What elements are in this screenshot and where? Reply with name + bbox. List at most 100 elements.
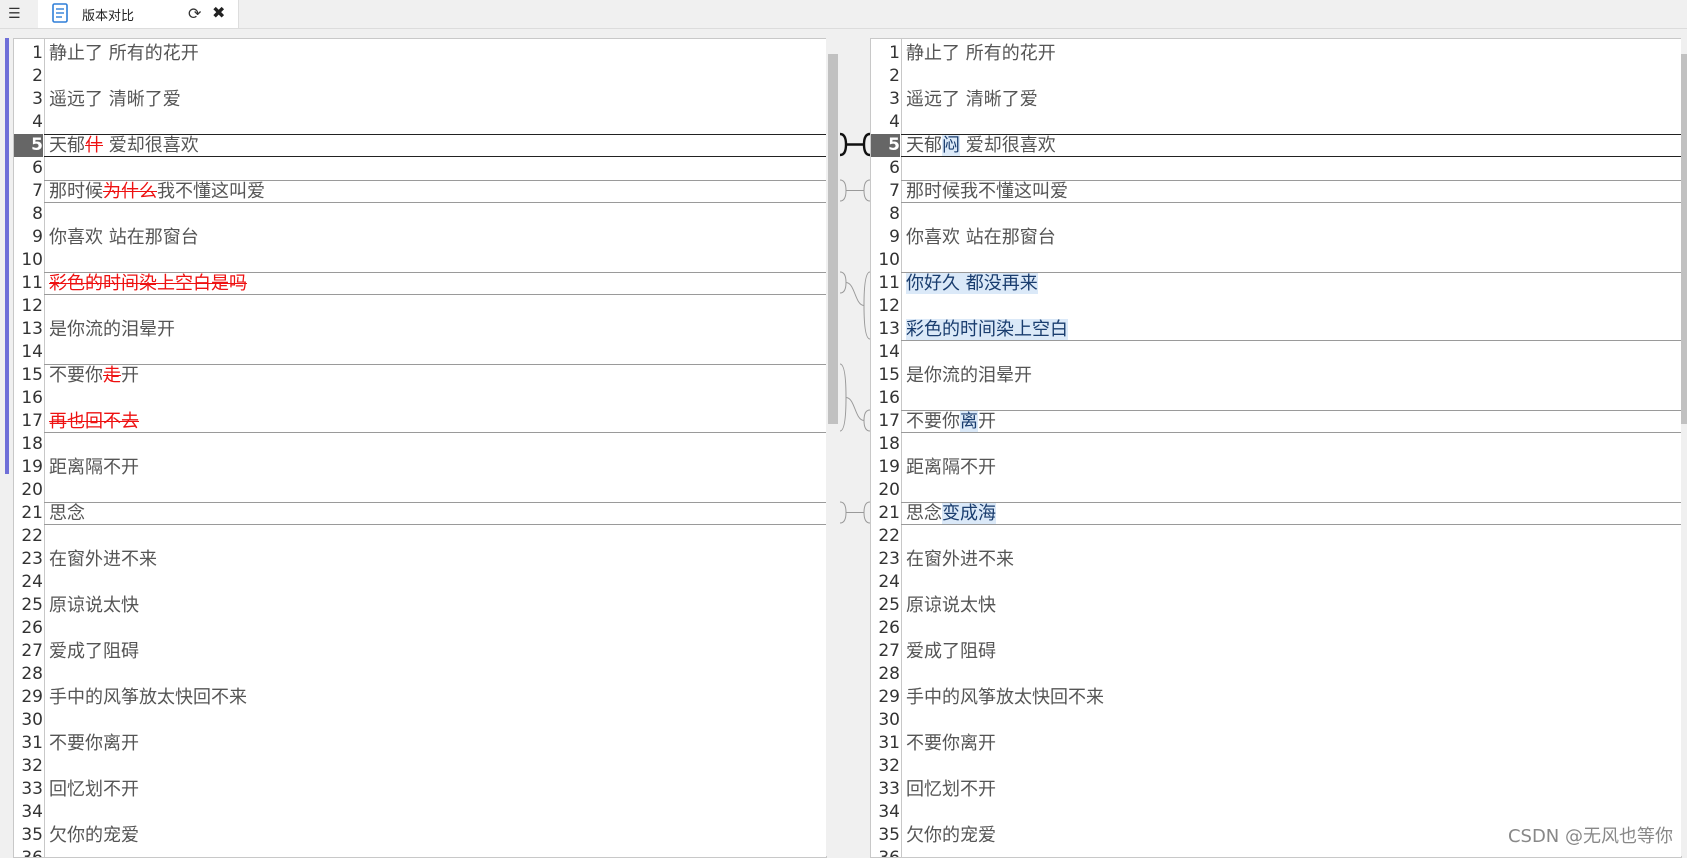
code-line[interactable]: 34 <box>14 801 826 824</box>
line-text: 静止了 所有的花开 <box>49 42 199 65</box>
code-line[interactable]: 4 <box>14 111 826 134</box>
line-number: 12 <box>878 296 900 316</box>
code-line[interactable]: 21 思念变成海 <box>871 502 1681 525</box>
code-line[interactable]: 20 <box>14 479 826 502</box>
code-line[interactable]: 31 不要你离开 <box>871 732 1681 755</box>
code-line[interactable]: 18 <box>871 433 1681 456</box>
code-line[interactable]: 33 回忆划不开 <box>14 778 826 801</box>
line-text: 不要你走开 <box>49 364 139 387</box>
unchanged-text: 欠你的宠爱 <box>906 825 996 846</box>
left-scroll-thumb[interactable] <box>828 54 838 424</box>
code-line[interactable]: 10 <box>871 249 1681 272</box>
code-line[interactable]: 31 不要你离开 <box>14 732 826 755</box>
code-line[interactable]: 7 那时候我不懂这叫爱 <box>871 180 1681 203</box>
code-line[interactable]: 17 不要你离开 <box>871 410 1681 433</box>
code-line[interactable]: 28 <box>14 663 826 686</box>
code-line[interactable]: 32 <box>871 755 1681 778</box>
code-line[interactable]: 15 不要你走开 <box>14 364 826 387</box>
right-vertical-scrollbar[interactable] <box>1681 38 1687 856</box>
code-line[interactable]: 13 彩色的时间染上空白 <box>871 318 1681 341</box>
line-number: 4 <box>889 112 900 132</box>
left-editor-pane[interactable]: 1 静止了 所有的花开 2 3 遥远了 清晰了爱 4 5 天郁什 爱却很喜欢 6 7 那时候为什么我… <box>13 38 827 858</box>
code-line[interactable]: 23 在窗外进不来 <box>871 548 1681 571</box>
code-line[interactable]: 10 <box>14 249 826 272</box>
code-line[interactable]: 23 在窗外进不来 <box>14 548 826 571</box>
code-line[interactable]: 1 静止了 所有的花开 <box>14 42 826 65</box>
code-line[interactable]: 29 手中的风筝放太快回不来 <box>14 686 826 709</box>
line-number: 8 <box>32 204 43 224</box>
code-line[interactable]: 34 <box>871 801 1681 824</box>
code-line[interactable]: 30 <box>14 709 826 732</box>
code-line[interactable]: 14 <box>871 341 1681 364</box>
code-line[interactable]: 27 爱成了阻碍 <box>871 640 1681 663</box>
line-text: 距离隔不开 <box>49 456 139 479</box>
code-line[interactable]: 29 手中的风筝放太快回不来 <box>871 686 1681 709</box>
code-line[interactable]: 8 <box>14 203 826 226</box>
unchanged-text: 思念 <box>49 503 85 524</box>
line-number: 1 <box>889 43 900 63</box>
line-number: 29 <box>878 687 900 707</box>
code-line[interactable]: 9 你喜欢 站在那窗台 <box>14 226 826 249</box>
code-line[interactable]: 25 原谅说太快 <box>871 594 1681 617</box>
list-menu-icon[interactable]: ☰ <box>8 6 24 22</box>
code-line[interactable]: 2 <box>871 65 1681 88</box>
code-line[interactable]: 18 <box>14 433 826 456</box>
diff-connector-bracket <box>840 271 870 340</box>
code-line[interactable]: 3 遥远了 清晰了爱 <box>871 88 1681 111</box>
code-line[interactable]: 22 <box>871 525 1681 548</box>
code-line[interactable]: 12 <box>14 295 826 318</box>
tab-version-compare[interactable]: 版本对比 ⟳ ✖ <box>38 0 239 28</box>
code-line[interactable]: 3 遥远了 清晰了爱 <box>14 88 826 111</box>
line-number: 11 <box>878 273 900 293</box>
code-line[interactable]: 22 <box>14 525 826 548</box>
code-line[interactable]: 7 那时候为什么我不懂这叫爱 <box>14 180 826 203</box>
code-line[interactable]: 6 <box>871 157 1681 180</box>
line-number: 32 <box>878 756 900 776</box>
code-line[interactable]: 11 你好久 都没再来 <box>871 272 1681 295</box>
code-line[interactable]: 9 你喜欢 站在那窗台 <box>871 226 1681 249</box>
code-line[interactable]: 36 <box>871 847 1681 858</box>
code-line[interactable]: 5 天郁闷 爱却很喜欢 <box>871 134 1681 157</box>
right-scroll-thumb[interactable] <box>1681 54 1687 424</box>
code-line[interactable]: 24 <box>14 571 826 594</box>
code-line[interactable]: 19 距离隔不开 <box>871 456 1681 479</box>
line-text: 遥远了 清晰了爱 <box>906 88 1038 111</box>
code-line[interactable]: 15 是你流的泪晕开 <box>871 364 1681 387</box>
code-line[interactable]: 36 <box>14 847 826 857</box>
code-line[interactable]: 2 <box>14 65 826 88</box>
code-line[interactable]: 1 静止了 所有的花开 <box>871 42 1681 65</box>
left-vertical-scrollbar[interactable] <box>826 38 840 856</box>
code-line[interactable]: 35 欠你的宠爱 <box>14 824 826 847</box>
code-line[interactable]: 8 <box>871 203 1681 226</box>
code-line[interactable]: 26 <box>14 617 826 640</box>
code-line[interactable]: 14 <box>14 341 826 364</box>
code-line[interactable]: 13 是你流的泪晕开 <box>14 318 826 341</box>
code-line[interactable]: 19 距离隔不开 <box>14 456 826 479</box>
code-line[interactable]: 5 天郁什 爱却很喜欢 <box>14 134 826 157</box>
code-line[interactable]: 32 <box>14 755 826 778</box>
code-line[interactable]: 6 <box>14 157 826 180</box>
right-editor-pane[interactable]: 1 静止了 所有的花开 2 3 遥远了 清晰了爱 4 5 天郁闷 爱却很喜欢 6 7 那时候我不懂这… <box>870 38 1682 858</box>
code-line[interactable]: 17 再也回不去 <box>14 410 826 433</box>
code-line[interactable]: 28 <box>871 663 1681 686</box>
line-number: 36 <box>878 848 900 858</box>
refresh-icon[interactable]: ⟳ <box>188 4 201 23</box>
code-line[interactable]: 33 回忆划不开 <box>871 778 1681 801</box>
code-line[interactable]: 11 彩色的时间染上空白是吗 <box>14 272 826 295</box>
line-text: 原谅说太快 <box>49 594 139 617</box>
line-text: 欠你的宠爱 <box>49 824 139 847</box>
code-line[interactable]: 21 思念 <box>14 502 826 525</box>
code-line[interactable]: 12 <box>871 295 1681 318</box>
close-icon[interactable]: ✖ <box>212 3 225 22</box>
code-line[interactable]: 27 爱成了阻碍 <box>14 640 826 663</box>
code-line[interactable]: 20 <box>871 479 1681 502</box>
code-line[interactable]: 16 <box>14 387 826 410</box>
line-number: 16 <box>21 388 43 408</box>
code-line[interactable]: 16 <box>871 387 1681 410</box>
code-line[interactable]: 25 原谅说太快 <box>14 594 826 617</box>
code-line[interactable]: 30 <box>871 709 1681 732</box>
code-line[interactable]: 26 <box>871 617 1681 640</box>
line-number: 25 <box>878 595 900 615</box>
code-line[interactable]: 4 <box>871 111 1681 134</box>
code-line[interactable]: 24 <box>871 571 1681 594</box>
